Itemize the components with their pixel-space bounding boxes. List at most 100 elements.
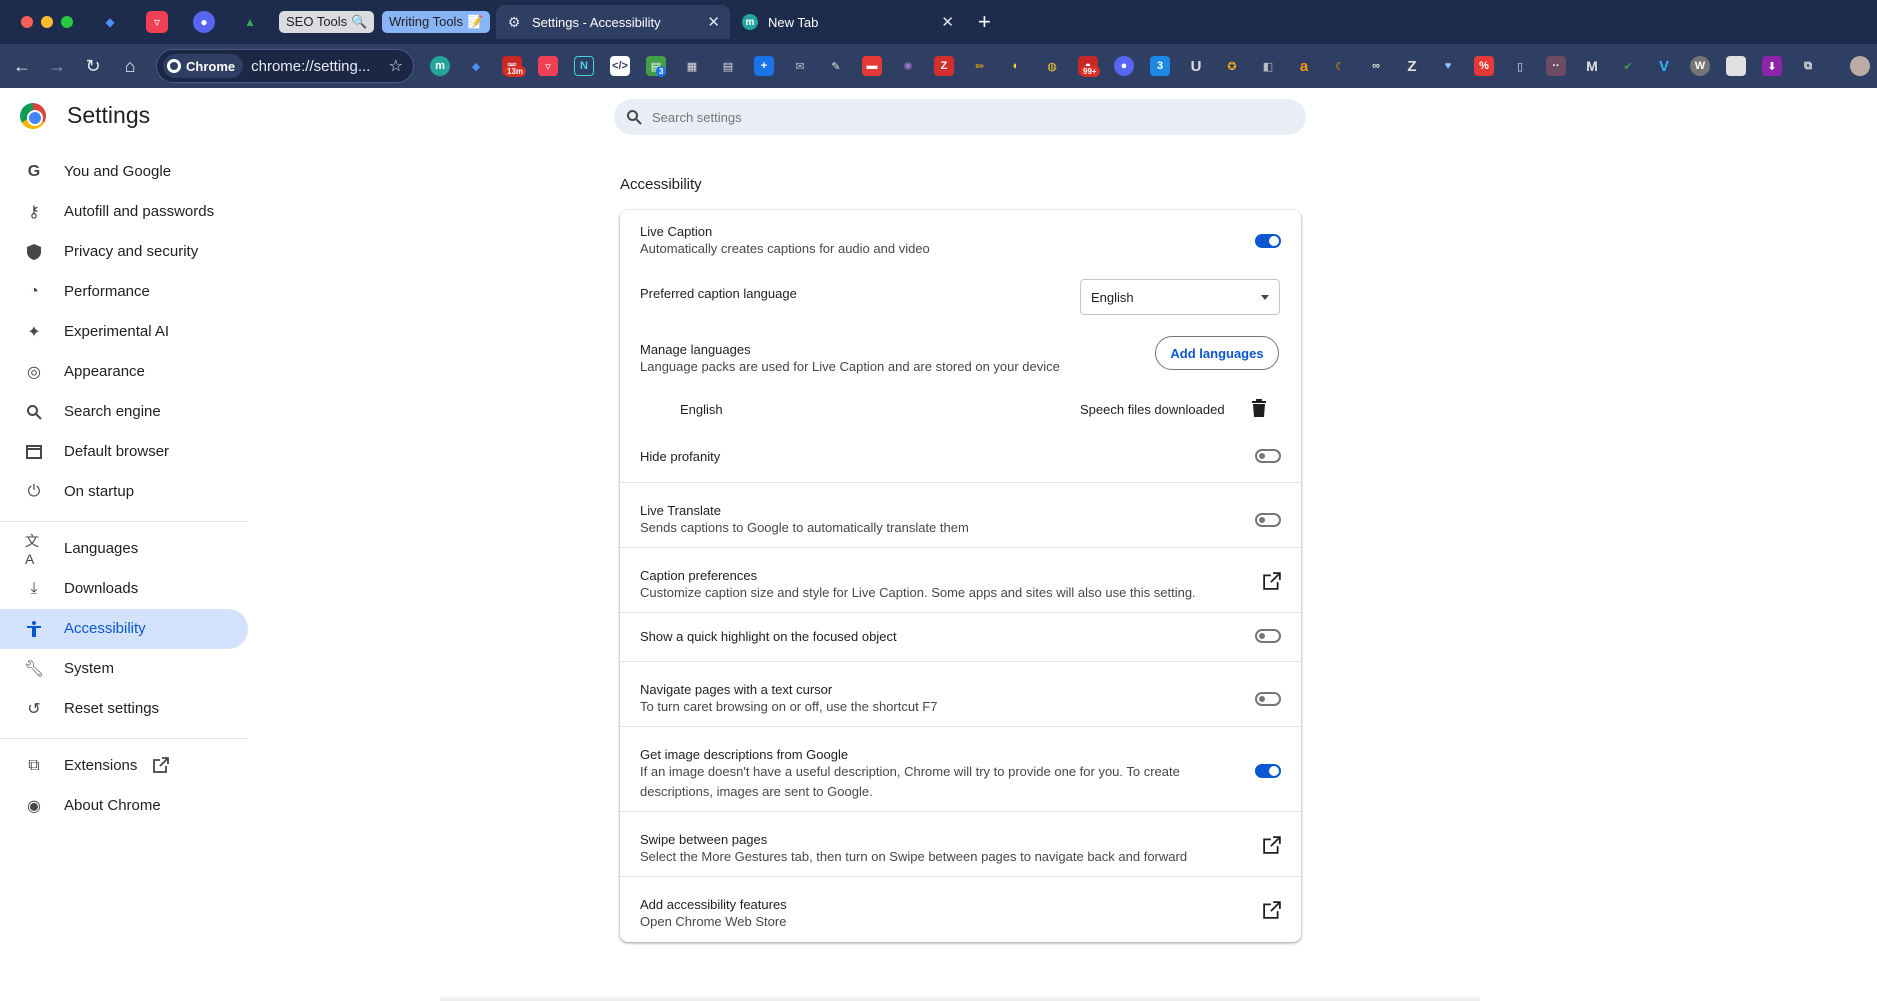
bookmark-star-icon[interactable]: ☆: [389, 56, 403, 76]
extension-document-icon[interactable]: ▯: [1510, 56, 1530, 76]
hide-profanity-row[interactable]: Hide profanity: [620, 430, 1301, 478]
setting-description: Language packs are used for Live Caption…: [640, 359, 1060, 374]
extension-diamond-icon[interactable]: ◆: [466, 56, 486, 76]
extension-percent-icon[interactable]: %: [1474, 56, 1494, 76]
setting-description: Automatically creates captions for audio…: [640, 241, 930, 256]
extension-heart-icon[interactable]: ♥: [1438, 56, 1458, 76]
extension-python-icon[interactable]: ◐: [1006, 56, 1026, 76]
close-tab-icon[interactable]: ✕: [941, 13, 954, 31]
gear-icon: ⚙: [507, 13, 521, 30]
text-cursor-toggle[interactable]: [1255, 692, 1281, 706]
extensions-puzzle-icon[interactable]: ⧉: [1798, 56, 1818, 76]
tab-strip: ◆ ▿ ● ▲ SEO Tools 🔍 Writing Tools 📝 ⚙ Se…: [0, 0, 1877, 44]
extension-monica-icon[interactable]: m: [430, 56, 450, 76]
extension-reader-icon[interactable]: ▤: [718, 56, 738, 76]
address-bar[interactable]: Chrome chrome://setting... ☆: [156, 49, 414, 83]
extension-timer-icon[interactable]: ▣13m: [502, 56, 527, 77]
tab-group-seo-tools[interactable]: SEO Tools 🔍: [279, 11, 375, 33]
extension-square-icon[interactable]: [1726, 56, 1746, 76]
image-descriptions-toggle[interactable]: [1255, 764, 1281, 778]
close-tab-icon[interactable]: ✕: [707, 13, 720, 31]
extension-z-icon[interactable]: Z: [934, 56, 954, 76]
live-translate-toggle[interactable]: [1255, 513, 1281, 527]
extension-grid-icon[interactable]: ▦: [682, 56, 702, 76]
caption-preferences-row[interactable]: Caption preferences Customize caption si…: [620, 548, 1301, 612]
zoom-window-button[interactable]: [61, 16, 73, 28]
quick-highlight-row[interactable]: Show a quick highlight on the focused ob…: [620, 613, 1301, 661]
url-text[interactable]: chrome://setting...: [251, 58, 370, 75]
tab-group-label: Writing Tools: [389, 14, 463, 29]
extension-plus-icon[interactable]: +: [754, 56, 774, 76]
setting-title: Caption preferences: [640, 568, 758, 583]
extension-cog-icon[interactable]: ✺: [898, 56, 918, 76]
close-window-button[interactable]: [21, 16, 33, 28]
extension-css-icon[interactable]: 3: [1150, 56, 1170, 76]
back-arrow-icon[interactable]: ←: [9, 53, 35, 79]
add-languages-button[interactable]: Add languages: [1155, 336, 1279, 370]
extension-pencil-icon[interactable]: ✏: [970, 56, 990, 76]
chevron-down-icon: [1261, 295, 1269, 300]
pinned-tab-drive-icon[interactable]: ▲: [239, 11, 261, 33]
extension-calendar-icon[interactable]: ▬: [862, 56, 882, 76]
extension-layout-icon[interactable]: ◧: [1258, 56, 1278, 76]
open-in-new-icon[interactable]: [1263, 572, 1281, 590]
extension-mail-icon[interactable]: ✉: [790, 56, 810, 76]
section-title: Accessibility: [620, 176, 702, 193]
browser-frame: ◆ ▿ ● ▲ SEO Tools 🔍 Writing Tools 📝 ⚙ Se…: [0, 0, 1877, 88]
pinned-tab-discord-icon[interactable]: ●: [193, 11, 215, 33]
extension-u-icon[interactable]: U: [1186, 56, 1206, 76]
extension-amazon-icon[interactable]: a: [1294, 56, 1314, 76]
extension-dots-icon[interactable]: ··: [1546, 56, 1566, 76]
extension-n-icon[interactable]: N: [574, 56, 594, 76]
extension-w-icon[interactable]: W: [1690, 56, 1710, 76]
pinned-tab-diamond-icon[interactable]: ◆: [99, 11, 121, 33]
open-in-new-icon[interactable]: [1263, 836, 1281, 854]
trash-icon[interactable]: [1252, 399, 1266, 417]
magnifier-emoji-icon: 🔍: [351, 14, 368, 29]
quick-highlight-toggle[interactable]: [1255, 629, 1281, 643]
tab-new-tab[interactable]: m New Tab ✕: [732, 5, 964, 39]
open-in-new-icon[interactable]: [1263, 901, 1281, 919]
setting-title: Add accessibility features: [640, 897, 787, 912]
extension-code-icon[interactable]: </>: [610, 56, 630, 76]
setting-title: Hide profanity: [640, 449, 721, 464]
profile-avatar[interactable]: [1850, 56, 1870, 76]
chrome-chip[interactable]: Chrome: [163, 54, 244, 78]
extension-moon-icon[interactable]: ☾: [1330, 56, 1350, 76]
minimize-window-button[interactable]: [41, 16, 53, 28]
extension-seo-icon[interactable]: ✪: [1222, 56, 1242, 76]
setting-title: Get image descriptions from Google: [640, 747, 849, 762]
pinned-tab-pocket-icon[interactable]: ▿: [146, 11, 168, 33]
image-descriptions-row[interactable]: Get image descriptions from Google If an…: [620, 727, 1301, 811]
reload-icon[interactable]: ↻: [80, 53, 106, 79]
extension-pocket-icon[interactable]: ▿: [538, 56, 558, 76]
search-icon: [626, 109, 642, 125]
tab-settings-accessibility[interactable]: ⚙ Settings - Accessibility ✕: [496, 5, 730, 39]
extension-download-icon[interactable]: ⬇: [1762, 56, 1782, 76]
tab-group-writing-tools[interactable]: Writing Tools 📝: [382, 11, 491, 33]
search-settings-bar[interactable]: [614, 99, 1306, 135]
swipe-between-pages-row[interactable]: Swipe between pages Select the More Gest…: [620, 812, 1301, 876]
extension-discord-icon[interactable]: ●: [1114, 56, 1134, 76]
live-caption-row[interactable]: Live Caption Automatically creates capti…: [620, 210, 1301, 264]
search-input[interactable]: [652, 109, 1252, 125]
extension-globe-icon[interactable]: ◍: [1042, 56, 1062, 76]
live-translate-row[interactable]: Live Translate Sends captions to Google …: [620, 483, 1301, 547]
new-tab-plus-icon[interactable]: +: [978, 9, 991, 35]
home-icon[interactable]: ⌂: [117, 53, 143, 79]
extension-m-icon[interactable]: M: [1582, 56, 1602, 76]
extension-zotero-icon[interactable]: Z: [1402, 56, 1422, 76]
text-cursor-row[interactable]: Navigate pages with a text cursor To tur…: [620, 662, 1301, 726]
caption-language-select[interactable]: English: [1080, 279, 1280, 315]
extension-pen-icon[interactable]: ✎: [826, 56, 846, 76]
extension-green-icon[interactable]: ▤ 3: [646, 56, 667, 77]
extension-check-icon[interactable]: ✔: [1618, 56, 1638, 76]
forward-arrow-icon[interactable]: →: [44, 53, 70, 79]
setting-description: If an image doesn't have a useful descri…: [640, 764, 1180, 799]
extension-alerts-icon[interactable]: ●99+: [1078, 56, 1100, 77]
hide-profanity-toggle[interactable]: [1255, 449, 1281, 463]
add-accessibility-features-row[interactable]: Add accessibility features Open Chrome W…: [620, 877, 1301, 941]
live-caption-toggle[interactable]: [1255, 234, 1281, 248]
extension-glasses-icon[interactable]: ∞: [1366, 56, 1386, 76]
extension-vimeo-icon[interactable]: V: [1654, 56, 1674, 76]
